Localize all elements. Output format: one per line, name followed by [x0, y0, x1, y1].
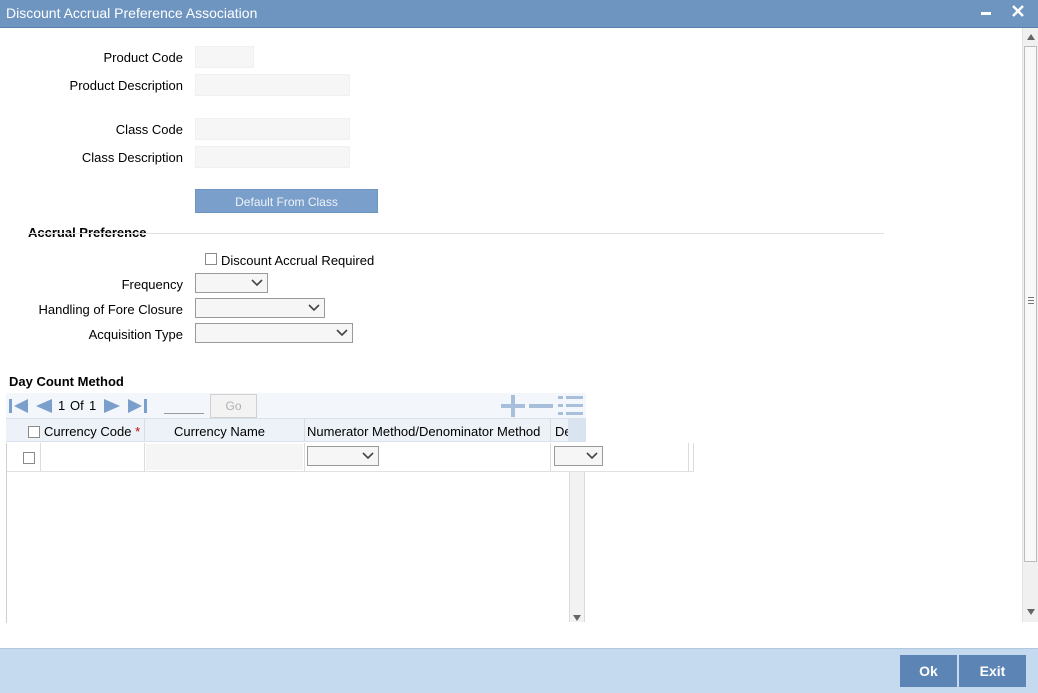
- pager-total: 1: [89, 398, 97, 413]
- product-description-field[interactable]: [195, 74, 350, 96]
- chevron-down-icon: [586, 452, 598, 460]
- page-number-input[interactable]: [164, 413, 204, 414]
- title-bar: Discount Accrual Preference Association: [0, 0, 1038, 28]
- class-code-field[interactable]: [195, 118, 350, 140]
- de-select[interactable]: [554, 446, 603, 466]
- day-count-method-title: Day Count Method: [9, 374, 124, 389]
- header-scroll-corner: [568, 419, 586, 441]
- acquisition-type-select[interactable]: [195, 323, 353, 343]
- chevron-down-icon: [251, 279, 263, 287]
- scroll-up-icon[interactable]: [1027, 34, 1035, 40]
- page-scrollbar[interactable]: [1022, 28, 1038, 622]
- discount-accrual-required-checkbox[interactable]: [205, 253, 217, 265]
- currency-name-cell: [146, 444, 303, 470]
- pager-of-label: Of: [70, 398, 84, 413]
- column-separator: [40, 443, 41, 471]
- discount-accrual-required-label: Discount Accrual Required: [221, 253, 375, 268]
- class-description-field[interactable]: [195, 146, 350, 168]
- minimize-icon[interactable]: [978, 0, 994, 26]
- section-divider: [28, 233, 884, 234]
- delete-row-icon[interactable]: [528, 395, 554, 417]
- chevron-down-icon: [362, 452, 374, 460]
- currency-code-cell[interactable]: [42, 445, 144, 469]
- frequency-label: Frequency: [121, 277, 183, 292]
- numerator-denominator-method-select[interactable]: [307, 446, 379, 466]
- column-numerator-denominator-method[interactable]: Numerator Method/Denominator Method: [307, 424, 540, 439]
- column-separator: [144, 443, 145, 471]
- grid-scrollbar[interactable]: [569, 472, 585, 622]
- window-title: Discount Accrual Preference Association: [6, 5, 258, 21]
- grid-header: Currency Code * Currency Name Numerator …: [6, 418, 586, 442]
- product-code-label: Product Code: [103, 50, 184, 65]
- frequency-select[interactable]: [195, 273, 268, 293]
- grid-left-border: [6, 443, 7, 623]
- column-currency-code[interactable]: Currency Code *: [44, 424, 140, 439]
- first-page-icon[interactable]: [8, 397, 30, 415]
- column-separator: [550, 443, 551, 471]
- default-from-class-button[interactable]: Default From Class: [195, 189, 378, 213]
- form-content: Product Code Product Description Class C…: [0, 28, 1022, 622]
- column-separator: [693, 443, 694, 471]
- column-separator: [688, 443, 689, 471]
- column-currency-name[interactable]: Currency Name: [174, 424, 265, 439]
- grip-icon: [1028, 297, 1034, 304]
- chevron-down-icon: [336, 329, 348, 337]
- go-button[interactable]: Go: [210, 394, 257, 418]
- row-select-checkbox[interactable]: [23, 452, 35, 464]
- scroll-down-icon[interactable]: [1027, 609, 1035, 615]
- next-page-icon[interactable]: [102, 397, 124, 415]
- pager-current: 1: [58, 398, 66, 413]
- exit-button[interactable]: Exit: [959, 655, 1026, 687]
- select-all-checkbox[interactable]: [28, 426, 40, 438]
- single-view-icon[interactable]: [558, 395, 584, 417]
- class-description-label: Class Description: [81, 150, 183, 165]
- column-separator: [304, 443, 305, 471]
- required-marker: *: [135, 424, 141, 439]
- table-row: [6, 443, 694, 472]
- column-separator: [550, 419, 551, 441]
- ok-button[interactable]: Ok: [900, 655, 957, 687]
- last-page-icon[interactable]: [126, 397, 148, 415]
- product-description-label: Product Description: [69, 78, 183, 93]
- product-code-field[interactable]: [195, 46, 254, 68]
- class-code-label: Class Code: [115, 122, 183, 137]
- chevron-down-icon: [308, 304, 320, 312]
- footer-bar: Ok Exit: [0, 648, 1038, 693]
- handling-of-fore-closure-label: Handling of Fore Closure: [38, 302, 183, 317]
- scroll-down-icon[interactable]: [573, 615, 581, 621]
- previous-page-icon[interactable]: [32, 397, 54, 415]
- scrollbar-thumb[interactable]: [1024, 46, 1037, 562]
- column-separator: [144, 419, 145, 441]
- close-icon[interactable]: [1008, 0, 1028, 26]
- acquisition-type-label: Acquisition Type: [88, 327, 183, 342]
- add-row-icon[interactable]: [500, 395, 526, 417]
- grid-toolbar: 1 Of 1 Go: [6, 393, 586, 419]
- column-currency-code-label: Currency Code: [44, 424, 132, 439]
- column-separator: [304, 419, 305, 441]
- handling-of-fore-closure-select[interactable]: [195, 298, 325, 318]
